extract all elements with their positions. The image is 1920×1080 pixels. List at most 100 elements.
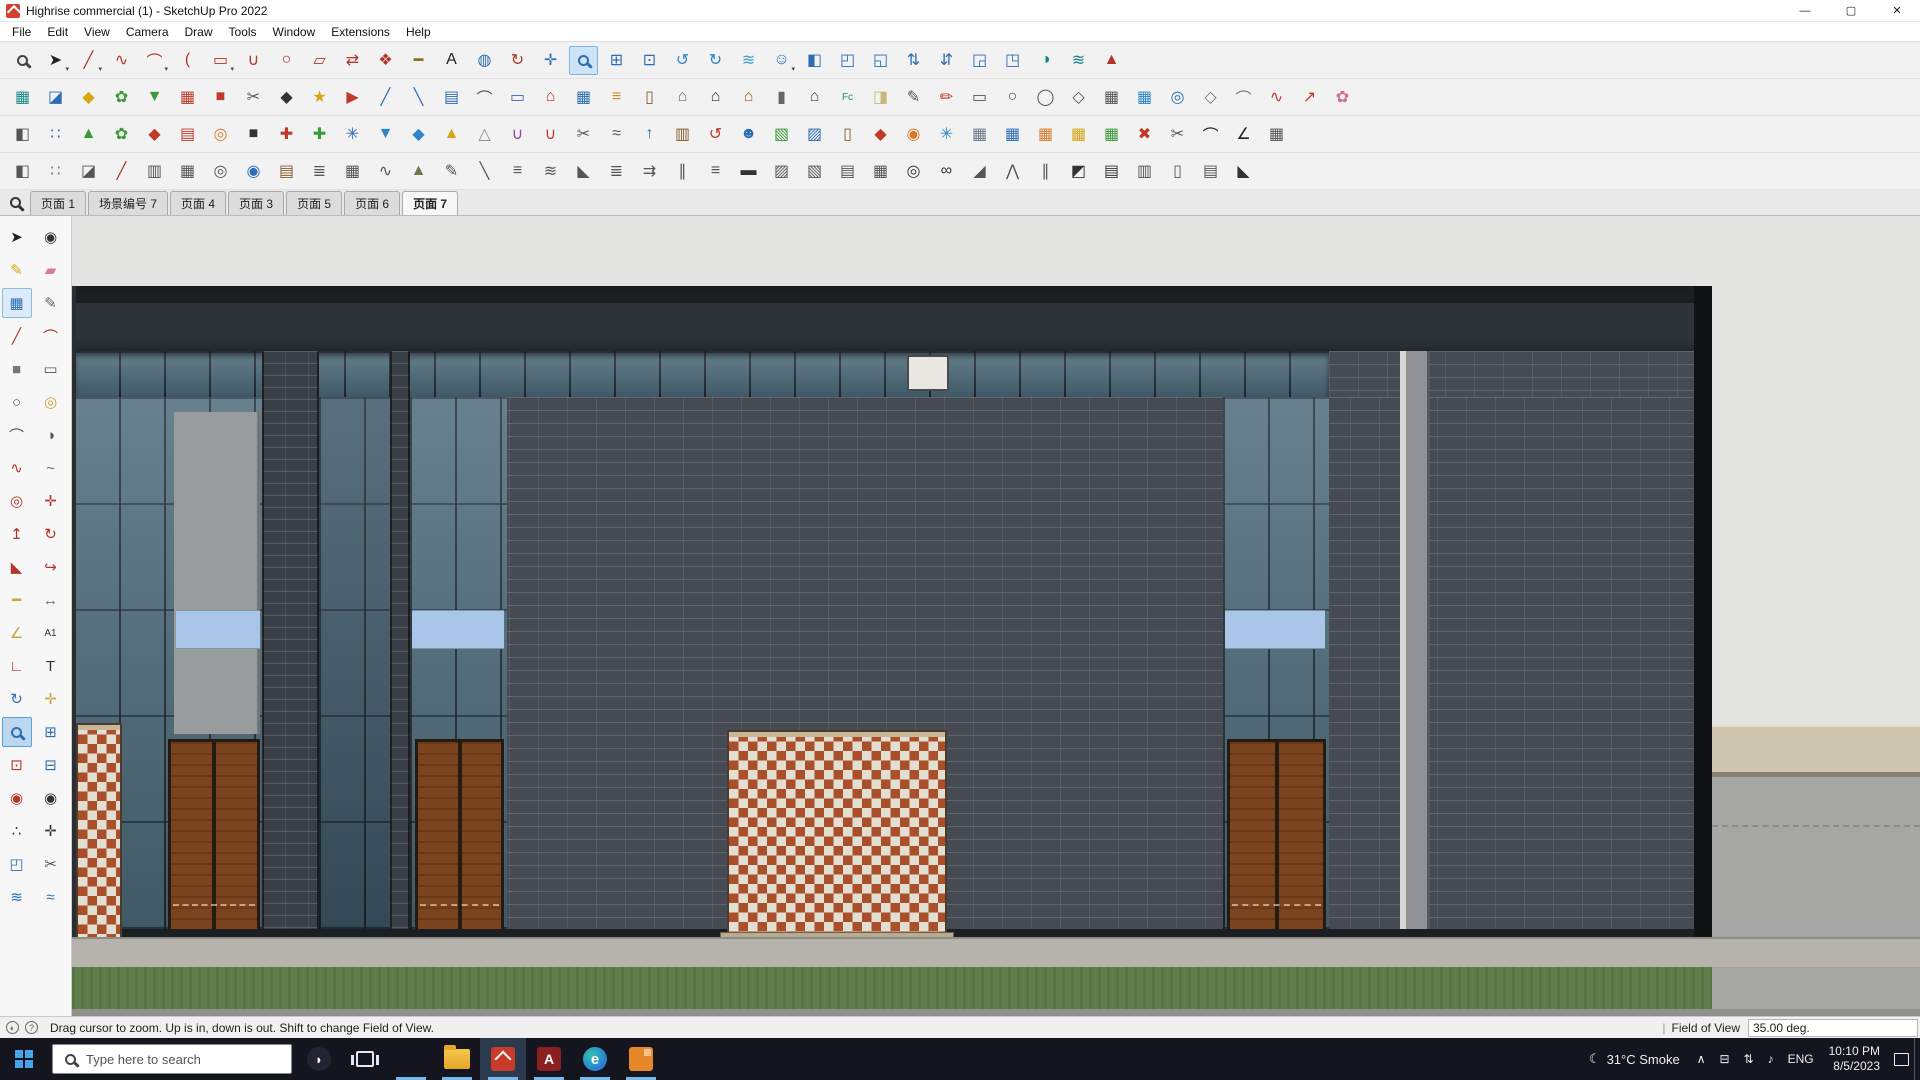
cylinder-gray-tool-button[interactable]: ▯	[1163, 157, 1192, 186]
house-dark-tool-button[interactable]: ⌂	[701, 83, 730, 112]
grid-steel-tool-button[interactable]: ▦	[965, 120, 994, 149]
protractor-tool-button[interactable]: ∠	[2, 618, 32, 648]
view-front-tool-button[interactable]: ◱	[866, 46, 895, 75]
follow-me-tool-button[interactable]: ↪	[36, 552, 66, 582]
menu-camera[interactable]: Camera	[118, 23, 177, 41]
star-yellow-tool-button[interactable]: ★	[305, 83, 334, 112]
donut-orange-tool-button[interactable]: ◎	[206, 120, 235, 149]
tri-dark-tool-button[interactable]: ◣	[1229, 157, 1258, 186]
scissors-tool-button[interactable]: ✂	[1163, 120, 1192, 149]
dropdown-caret-icon[interactable]: ▾	[164, 65, 168, 73]
look-around-tool-button[interactable]: ◉	[36, 783, 66, 813]
view-top-tool-button[interactable]: ◰	[833, 46, 862, 75]
taskbar-clock[interactable]: 10:10 PM 8/5/2023	[1821, 1044, 1888, 1074]
swirl-red-tool-button[interactable]: ↺	[701, 120, 730, 149]
panel-gray-tool-button[interactable]: ▤	[1196, 157, 1225, 186]
zoom-previous-tool-button[interactable]: ⊟	[36, 750, 66, 780]
zoom-window-tool-button[interactable]: ⊞	[36, 717, 66, 747]
grid-2-tool-button[interactable]: ▦	[866, 157, 895, 186]
door-brown-2-tool-button[interactable]: ▯	[833, 120, 862, 149]
eye-blue-tool-button[interactable]: ◉	[239, 157, 268, 186]
dropdown-caret-icon[interactable]: ▾	[791, 65, 795, 73]
fog-tool-button[interactable]: ≋	[1064, 46, 1093, 75]
circle-tool-button[interactable]: ○	[272, 46, 301, 75]
start-button[interactable]	[0, 1038, 48, 1080]
arc-tool-tool-button[interactable]: ⌒	[1229, 83, 1258, 112]
film-dark-tool-button[interactable]: ▤	[1097, 157, 1126, 186]
house-2-tool-button[interactable]: ⌂	[800, 83, 829, 112]
grid-blue-2-tool-button[interactable]: ▦	[1130, 83, 1159, 112]
make-component-tool-button[interactable]: ❖	[371, 46, 400, 75]
eraser-tool-button[interactable]: ▰	[36, 255, 66, 285]
panel-blue-tool-button[interactable]: ▤	[437, 83, 466, 112]
arc-tool-button[interactable]: ⌒	[36, 321, 66, 351]
scene-tab-场景编号 7[interactable]: 场景编号 7	[88, 191, 169, 215]
rotate-tool-button[interactable]: ↻	[36, 519, 66, 549]
menu-help[interactable]: Help	[398, 23, 439, 41]
flip-tool-button[interactable]: ⇄	[338, 46, 367, 75]
maximize-button[interactable]: ▢	[1828, 0, 1874, 21]
offset-tool-button[interactable]: ◎	[2, 486, 32, 516]
push-pull-tool-button[interactable]: ↥	[2, 519, 32, 549]
ruby-red-tool-button[interactable]: ◆	[140, 120, 169, 149]
dropdown-caret-icon[interactable]: ▾	[230, 65, 234, 73]
square-dark-tool-button[interactable]: ■	[239, 120, 268, 149]
pan-tool-button[interactable]: ✛	[536, 46, 565, 75]
textured-box-tool-button[interactable]: ▦	[1, 288, 32, 318]
polygon-tool-tool-button[interactable]: ◇	[1196, 83, 1225, 112]
freehand-tool-button[interactable]: ∿	[2, 453, 32, 483]
arrow-up-blue-tool-button[interactable]: ↑	[635, 120, 664, 149]
zoom-tool-button[interactable]	[1, 717, 32, 747]
lines-gray-tool-button[interactable]: ∥	[668, 157, 697, 186]
house-brown-tool-button[interactable]: ⌂	[734, 83, 763, 112]
slope-2-tool-button[interactable]: ◢	[965, 157, 994, 186]
spark-blue-tool-button[interactable]: ✳	[932, 120, 961, 149]
square-tool-button[interactable]: ■	[2, 354, 32, 384]
section-fill-tool-button[interactable]: ≈	[36, 882, 66, 912]
dots-gray-tool-button[interactable]: ∷	[41, 157, 70, 186]
freehand-tool-button[interactable]: ∿	[107, 46, 136, 75]
tray-device-icon[interactable]: ⊟	[1712, 1052, 1736, 1066]
fc-tool-tool-button[interactable]: Fc	[833, 83, 862, 112]
previous-view-tool-button[interactable]: ↺	[668, 46, 697, 75]
slope-gray-tool-button[interactable]: ◣	[569, 157, 598, 186]
scene-tab-页面 6[interactable]: 页面 6	[344, 191, 401, 215]
box-3d-tool-button[interactable]: ◧	[8, 120, 37, 149]
view-up-tool-button[interactable]: ⇅	[899, 46, 928, 75]
box-red-tool-button[interactable]: ▦	[173, 83, 202, 112]
lines-gray-2-tool-button[interactable]: ≡	[701, 157, 730, 186]
text-a1-tool-button[interactable]: A1	[36, 618, 66, 648]
3d-text-tool-button[interactable]: T	[36, 651, 66, 681]
drop-blue-tool-button[interactable]: ▼	[371, 120, 400, 149]
navigate-tool-button[interactable]: ✛	[36, 816, 66, 846]
pink-tool-tool-button[interactable]: ✿	[1328, 83, 1357, 112]
polygon-tool-button[interactable]: ◎	[36, 387, 66, 417]
app-grid-taskbar-button[interactable]	[388, 1038, 434, 1080]
cube-teal-tool-button[interactable]: ▦	[8, 83, 37, 112]
pencil-gray-tool-button[interactable]: ✎	[899, 83, 928, 112]
slope-blue-2-tool-button[interactable]: ╲	[404, 83, 433, 112]
hatch-gray-tool-button[interactable]: ▨	[767, 157, 796, 186]
zoom-tool-tool-button[interactable]	[569, 45, 598, 75]
3d-viewport[interactable]	[72, 216, 1920, 1016]
gem-blue-tool-button[interactable]: ◆	[404, 120, 433, 149]
box-grid-tool-button[interactable]: ▦	[173, 157, 202, 186]
scene-tab-页面 7[interactable]: 页面 7	[402, 191, 459, 215]
edge-browser-taskbar-button[interactable]: e	[572, 1038, 618, 1080]
pen-gray-tool-button[interactable]: ✎	[437, 157, 466, 186]
section-display-tool-button[interactable]: ≋	[2, 882, 32, 912]
minimize-button[interactable]: —	[1782, 0, 1828, 21]
dimensions-tool-button[interactable]: ↔	[36, 585, 66, 615]
spray-gray-tool-button[interactable]: ≈	[602, 120, 631, 149]
show-desktop-button[interactable]	[1914, 1038, 1920, 1080]
cube-gray-tool-button[interactable]: ◪	[74, 157, 103, 186]
circle-outline-tool-button[interactable]: ○	[998, 83, 1027, 112]
tri-green-tool-button[interactable]: ▲	[74, 120, 103, 149]
drop-green-tool-button[interactable]: ▼	[140, 83, 169, 112]
glasses-dark-tool-button[interactable]: ∞	[932, 157, 961, 186]
table-yellow-tool-button[interactable]: ▦	[1064, 120, 1093, 149]
donut-gray-tool-button[interactable]: ◎	[206, 157, 235, 186]
paint-tool-button[interactable]: ✎	[2, 255, 32, 285]
position-camera-tool-button[interactable]: ☺ ▾	[767, 46, 796, 75]
comb-gray-tool-button[interactable]: ≡	[503, 157, 532, 186]
